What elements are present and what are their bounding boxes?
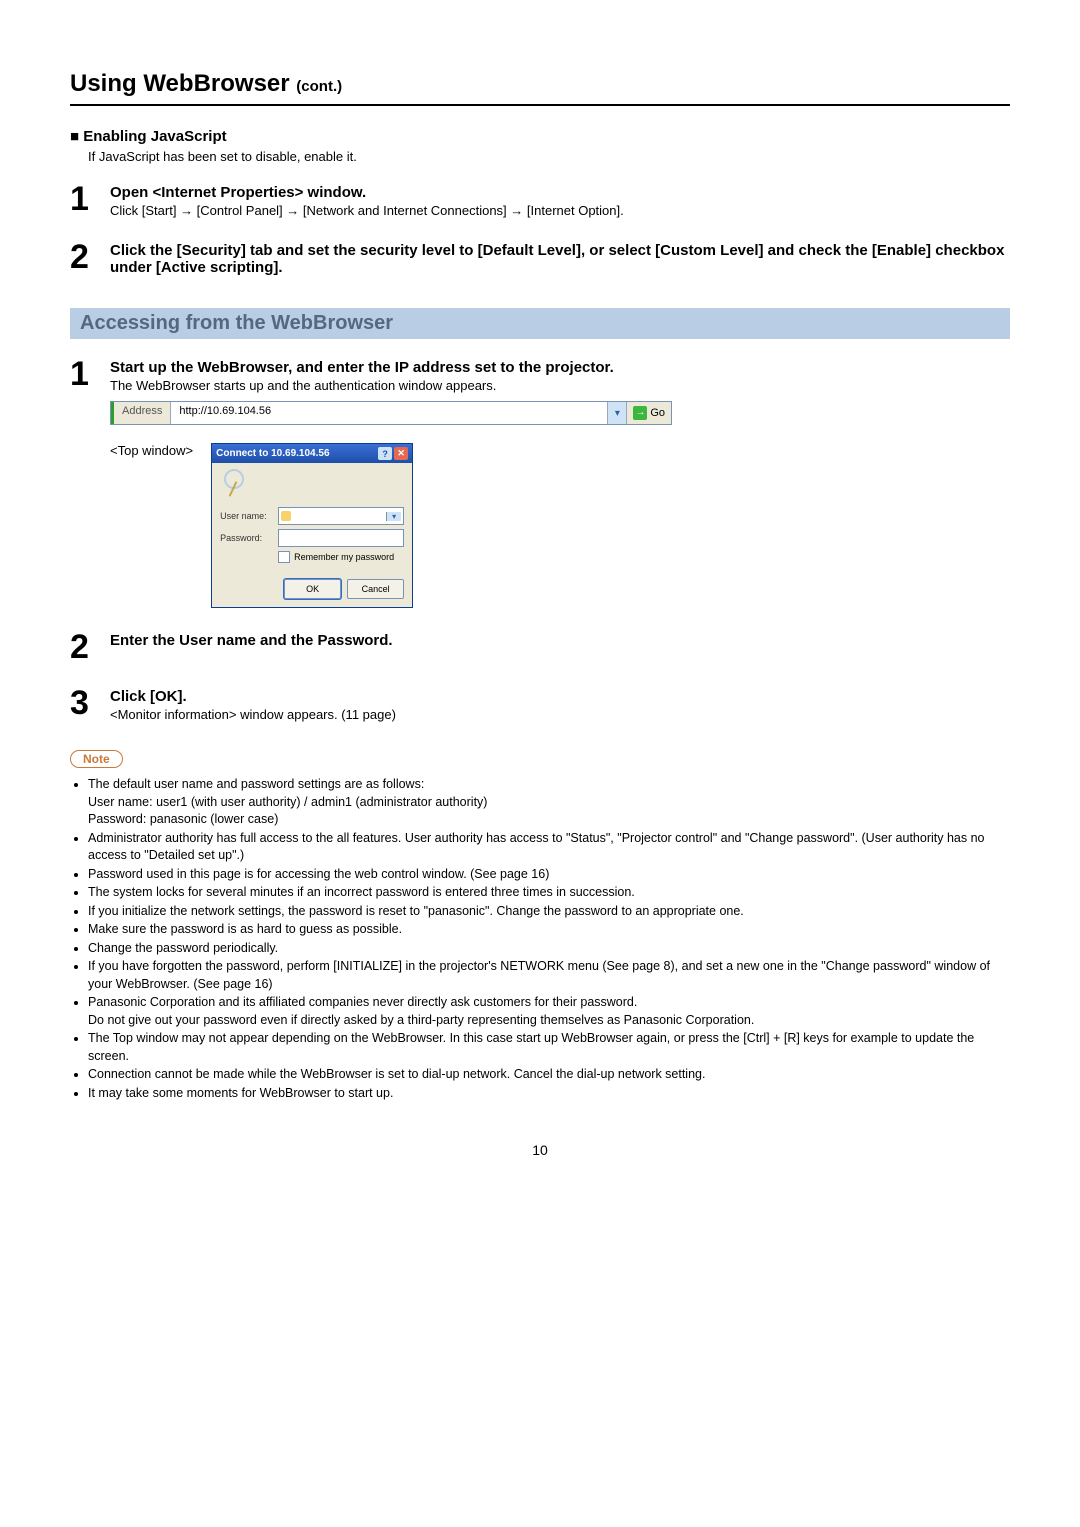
step-sub: The WebBrowser starts up and the authent… <box>110 378 1010 393</box>
note-text: Administrator authority has full access … <box>88 831 985 863</box>
step-title: Enter the User name and the Password. <box>110 632 1010 649</box>
address-url-input[interactable]: http://10.69.104.56 <box>171 402 607 424</box>
help-icon[interactable]: ? <box>378 447 392 460</box>
note-text: Connection cannot be made while the WebB… <box>88 1067 705 1081</box>
go-arrow-icon: → <box>633 406 647 420</box>
address-bar: Address http://10.69.104.56 ▾ → Go <box>110 401 672 425</box>
step-number: 3 <box>70 686 110 722</box>
step-title: Open <Internet Properties> window. <box>110 184 1010 201</box>
enabling-js-heading: Enabling JavaScript <box>70 128 1010 145</box>
page-title: Using WebBrowser (cont.) <box>70 70 1010 106</box>
dialog-title-text: Connect to 10.69.104.56 <box>216 448 329 459</box>
note-text: Change the password periodically. <box>88 941 278 955</box>
dialog-icon-row <box>212 463 412 503</box>
address-label: Address <box>111 402 171 424</box>
step-title: Click the [Security] tab and set the sec… <box>110 242 1010 276</box>
note-text: The default user name and password setti… <box>88 777 487 826</box>
dialog-titlebar: Connect to 10.69.104.56 ? ✕ <box>212 444 412 463</box>
step-sub: Click [Start] → [Control Panel] → [Netwo… <box>110 203 1010 218</box>
notes-list: The default user name and password setti… <box>70 776 1010 1102</box>
cancel-button[interactable]: Cancel <box>347 579 404 599</box>
enable-step-1: 1 Open <Internet Properties> window. Cli… <box>70 182 1010 218</box>
step-number: 2 <box>70 630 110 664</box>
note-item: The Top window may not appear depending … <box>88 1030 1010 1065</box>
note-item: If you have forgotten the password, perf… <box>88 958 1010 993</box>
note-item: It may take some moments for WebBrowser … <box>88 1085 1010 1103</box>
title-main: Using WebBrowser <box>70 70 290 97</box>
note-item: The system locks for several minutes if … <box>88 884 1010 902</box>
note-text: Make sure the password is as hard to gue… <box>88 922 402 936</box>
step-number: 2 <box>70 240 110 278</box>
note-item: Password used in this page is for access… <box>88 866 1010 884</box>
remember-label: Remember my password <box>294 552 394 562</box>
top-window-label: <Top window> <box>110 443 193 458</box>
step-title: Start up the WebBrowser, and enter the I… <box>110 359 1010 376</box>
access-step-2: 2 Enter the User name and the Password. <box>70 630 1010 664</box>
password-label: Password: <box>220 533 278 543</box>
keyring-icon <box>220 469 248 497</box>
username-label: User name: <box>220 511 278 521</box>
note-item: The default user name and password setti… <box>88 776 1010 829</box>
note-item: If you initialize the network settings, … <box>88 903 1010 921</box>
enabling-js-desc: If JavaScript has been set to disable, e… <box>88 149 1010 164</box>
enable-step-2: 2 Click the [Security] tab and set the s… <box>70 240 1010 278</box>
ok-button[interactable]: OK <box>284 579 341 599</box>
note-text: It may take some moments for WebBrowser … <box>88 1086 393 1100</box>
note-item: Change the password periodically. <box>88 940 1010 958</box>
note-item: Administrator authority has full access … <box>88 830 1010 865</box>
user-icon <box>281 511 291 521</box>
go-label: Go <box>650 407 665 419</box>
note-label: Note <box>70 750 123 768</box>
note-text: Password used in this page is for access… <box>88 867 549 881</box>
page-number: 10 <box>70 1142 1010 1158</box>
auth-dialog: Connect to 10.69.104.56 ? ✕ User name: <box>211 443 413 608</box>
step-title: Click [OK]. <box>110 688 1010 705</box>
step-sub: <Monitor information> window appears. (1… <box>110 707 1010 722</box>
address-dropdown-button[interactable]: ▾ <box>607 402 626 424</box>
note-item: Connection cannot be made while the WebB… <box>88 1066 1010 1084</box>
chevron-down-icon[interactable]: ▾ <box>386 512 401 521</box>
access-step-3: 3 Click [OK]. <Monitor information> wind… <box>70 686 1010 722</box>
note-text: The Top window may not appear depending … <box>88 1031 974 1063</box>
step-number: 1 <box>70 182 110 218</box>
remember-checkbox[interactable]: Remember my password <box>278 551 404 563</box>
note-text: If you initialize the network settings, … <box>88 904 744 918</box>
close-icon[interactable]: ✕ <box>394 447 408 460</box>
note-text: Panasonic Corporation and its affiliated… <box>88 995 754 1027</box>
note-text: If you have forgotten the password, perf… <box>88 959 990 991</box>
note-item: Panasonic Corporation and its affiliated… <box>88 994 1010 1029</box>
note-text: The system locks for several minutes if … <box>88 885 635 899</box>
password-input[interactable] <box>278 529 404 547</box>
access-banner: Accessing from the WebBrowser <box>70 308 1010 339</box>
title-cont: (cont.) <box>296 78 342 95</box>
access-step-1: 1 Start up the WebBrowser, and enter the… <box>70 357 1010 608</box>
step-number: 1 <box>70 357 110 608</box>
checkbox-icon <box>278 551 290 563</box>
note-item: Make sure the password is as hard to gue… <box>88 921 1010 939</box>
address-go-button[interactable]: → Go <box>626 402 671 424</box>
username-input[interactable]: ▾ <box>278 507 404 525</box>
